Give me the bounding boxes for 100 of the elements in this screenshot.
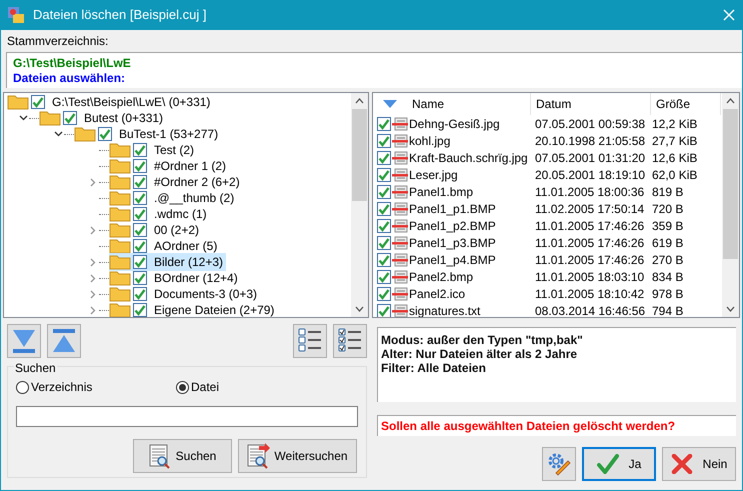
scrollbar-thumb[interactable] — [723, 109, 738, 259]
scrollbar[interactable] — [722, 93, 739, 317]
move-bottom-button[interactable] — [7, 324, 41, 358]
file-name[interactable]: kohl.jpg — [408, 132, 532, 150]
cross-icon — [670, 454, 693, 474]
checkbox[interactable] — [98, 127, 112, 141]
file-name[interactable]: Panel2.bmp — [408, 268, 532, 286]
checkbox[interactable] — [133, 223, 147, 237]
close-icon[interactable] — [723, 9, 735, 21]
checkbox[interactable] — [377, 116, 391, 130]
tree-item[interactable]: Butest (0+331) — [39, 109, 166, 127]
checkbox[interactable] — [377, 184, 391, 198]
file-icon — [392, 134, 408, 148]
file-size: 819 B — [651, 184, 684, 200]
checkbox[interactable] — [133, 191, 147, 205]
file-name[interactable]: Kraft-Bauch.schrïg.jpg — [408, 148, 532, 166]
chevron-right-icon[interactable] — [90, 258, 96, 266]
check-all-button[interactable] — [333, 324, 367, 358]
root-path: G:\Test\Beispiel\LwE — [13, 56, 132, 70]
file-icon — [392, 150, 408, 164]
tree-item[interactable]: #Ordner 1 (2) — [109, 157, 230, 175]
file-name[interactable]: Dehng-Gesiß.jpg — [408, 114, 532, 132]
checkbox[interactable] — [31, 95, 45, 109]
search-field[interactable] — [16, 406, 358, 427]
checkbox[interactable] — [133, 255, 147, 269]
checkbox[interactable] — [377, 286, 391, 300]
app-icon — [7, 6, 25, 24]
chevron-right-icon[interactable] — [90, 274, 96, 282]
radio-button[interactable] — [16, 380, 29, 394]
tree-item[interactable]: Test (2) — [109, 141, 198, 159]
column-header[interactable]: Größe — [651, 93, 721, 115]
file-name[interactable]: Panel1_p2.BMP — [408, 216, 532, 234]
file-size: 834 B — [651, 268, 684, 286]
tree-item[interactable]: Documents-3 (0+3) — [109, 285, 260, 303]
file-name[interactable]: Panel1_p1.BMP — [408, 200, 532, 218]
file-date: 20.10.1998 21:05:58 — [534, 132, 646, 150]
chevron-right-icon[interactable] — [90, 290, 96, 298]
file-name[interactable]: Panel1.bmp — [408, 182, 532, 200]
checkbox[interactable] — [63, 111, 77, 125]
checkbox[interactable] — [133, 143, 147, 157]
checkbox[interactable] — [377, 168, 391, 182]
checkbox[interactable] — [377, 150, 391, 164]
chevron-right-icon[interactable] — [90, 306, 96, 314]
checkbox[interactable] — [133, 287, 147, 301]
checkbox[interactable] — [133, 303, 147, 317]
column-header[interactable]: Name — [407, 93, 531, 115]
checkbox[interactable] — [377, 218, 391, 232]
radio-label: Datei — [191, 379, 220, 396]
file-icon — [392, 218, 408, 232]
checkbox[interactable] — [133, 175, 147, 189]
file-icon — [392, 168, 408, 182]
checkbox[interactable] — [133, 207, 147, 221]
tree-item[interactable]: BOrdner (12+4) — [109, 269, 241, 287]
tree-item[interactable]: BuTest-1 (53+277) — [74, 125, 222, 143]
tree-item[interactable]: 00 (2+2) — [109, 221, 202, 239]
file-name[interactable]: Panel1_p4.BMP — [408, 250, 532, 268]
search-button[interactable]: Suchen — [133, 439, 232, 473]
tree-item[interactable]: .@__thumb (2) — [109, 189, 238, 207]
tree-item[interactable]: AOrdner (5) — [109, 237, 220, 255]
file-name[interactable]: Panel2.ico — [408, 284, 532, 302]
checkbox[interactable] — [377, 270, 391, 284]
sort-descending-icon[interactable] — [383, 100, 397, 108]
chevron-down-icon[interactable] — [18, 115, 28, 121]
checkbox[interactable] — [377, 304, 391, 317]
file-name[interactable]: Panel1_p3.BMP — [408, 234, 532, 252]
file-icon — [392, 236, 408, 250]
scrollbar-thumb[interactable] — [352, 109, 367, 201]
file-date: 11.02.2005 17:50:14 — [534, 200, 646, 218]
tree-item[interactable]: #Ordner 2 (6+2) — [109, 173, 243, 191]
checkbox[interactable] — [377, 202, 391, 216]
scrollbar[interactable] — [351, 93, 368, 317]
no-button[interactable]: Nein — [662, 447, 736, 481]
file-date: 11.01.2005 18:00:36 — [534, 184, 646, 200]
tree-item[interactable]: .wdmc (1) — [109, 205, 210, 223]
checkbox[interactable] — [133, 271, 147, 285]
checkbox[interactable] — [133, 239, 147, 253]
file-name[interactable]: Leser.jpg — [408, 166, 532, 184]
checkbox[interactable] — [377, 236, 391, 250]
file-date: 20.05.2001 18:19:10 — [534, 166, 646, 184]
chevron-down-icon[interactable] — [54, 131, 62, 137]
radio-button[interactable] — [176, 380, 189, 394]
uncheck-all-button[interactable] — [293, 324, 327, 358]
file-name[interactable]: signatures.txt — [408, 302, 532, 317]
checkmark-icon — [596, 454, 619, 474]
file-size: 720 B — [651, 200, 684, 218]
tree-item[interactable]: Bilder (12+3) — [109, 253, 226, 271]
checkbox[interactable] — [133, 159, 147, 173]
checkbox[interactable] — [377, 134, 391, 148]
chevron-right-icon[interactable] — [90, 226, 96, 234]
tree-item[interactable]: G:\Test\Beispiel\LwE\ (0+331) — [7, 93, 214, 111]
settings-button[interactable] — [542, 447, 576, 481]
search-button[interactable]: Weitersuchen — [238, 439, 357, 473]
yes-button[interactable]: Ja — [582, 447, 656, 481]
tree-item[interactable]: Eigene Dateien (2+79) — [109, 301, 278, 317]
checkbox[interactable] — [377, 252, 391, 266]
chevron-right-icon[interactable] — [90, 178, 96, 186]
column-header[interactable]: Datum — [531, 93, 651, 115]
folder-icon — [109, 174, 131, 190]
move-top-button[interactable] — [47, 324, 81, 358]
file-size: 359 B — [651, 218, 684, 234]
